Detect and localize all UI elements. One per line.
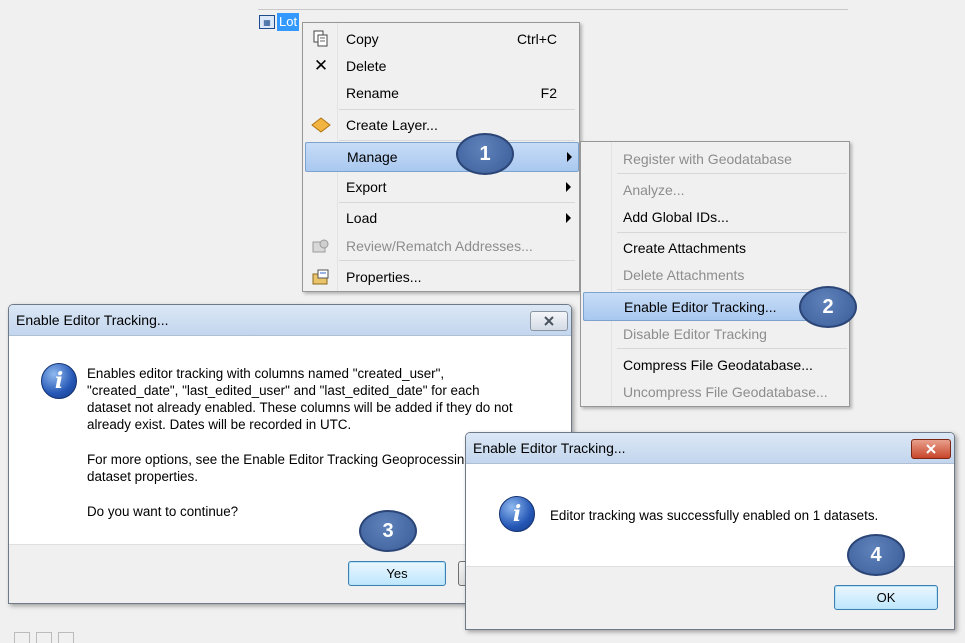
menu-item-manage[interactable]: Manage bbox=[305, 142, 579, 172]
menu-item-rename[interactable]: Rename F2 bbox=[305, 79, 577, 107]
submenu-item-register[interactable]: Register with Geodatabase bbox=[583, 145, 847, 172]
top-divider bbox=[258, 9, 848, 10]
menu-separator bbox=[339, 109, 575, 110]
dialog-title: Enable Editor Tracking... bbox=[16, 312, 169, 328]
menu-item-label: Rename bbox=[346, 85, 399, 101]
menu-item-review-rematch[interactable]: Review/Rematch Addresses... bbox=[305, 232, 577, 260]
submenu-item-label: Create Attachments bbox=[623, 239, 746, 256]
toolbar-icon bbox=[14, 632, 30, 643]
dialog-titlebar[interactable]: Enable Editor Tracking... bbox=[466, 433, 954, 464]
submenu-separator bbox=[617, 173, 847, 174]
step-badge-1: 1 bbox=[456, 133, 514, 175]
dialog-question: Do you want to continue? bbox=[87, 504, 239, 519]
submenu-item-label: Register with Geodatabase bbox=[623, 150, 792, 167]
submenu-item-delete-attachments[interactable]: Delete Attachments bbox=[583, 261, 847, 288]
toolbar-icon bbox=[58, 632, 74, 643]
submenu-item-compress[interactable]: Compress File Geodatabase... bbox=[583, 351, 847, 378]
submenu-arrow-icon bbox=[566, 182, 571, 192]
submenu-arrow-icon bbox=[566, 213, 571, 223]
properties-icon bbox=[305, 269, 337, 285]
step-badge-4: 4 bbox=[847, 534, 905, 576]
submenu-item-uncompress[interactable]: Uncompress File Geodatabase... bbox=[583, 378, 847, 405]
layer-node[interactable]: ▦ Lot bbox=[259, 12, 300, 32]
submenu-item-label: Delete Attachments bbox=[623, 266, 745, 283]
create-layer-diamond-icon bbox=[305, 117, 337, 133]
message-line: dataset not already enabled. These colum… bbox=[87, 400, 513, 415]
dialog-title: Enable Editor Tracking... bbox=[473, 440, 626, 456]
menu-item-label: Copy bbox=[346, 31, 379, 47]
close-icon[interactable] bbox=[530, 311, 568, 331]
message-line: already exist. Dates will be recorded in… bbox=[87, 417, 352, 432]
menu-item-delete[interactable]: ✕ Delete bbox=[305, 52, 577, 80]
menu-item-label: Properties... bbox=[346, 269, 422, 285]
submenu-separator bbox=[617, 232, 847, 233]
menu-item-label: Create Layer... bbox=[346, 117, 438, 133]
yes-button[interactable]: Yes bbox=[348, 561, 446, 586]
submenu-item-disable-editor-tracking[interactable]: Disable Editor Tracking bbox=[583, 320, 847, 347]
submenu-item-label: Uncompress File Geodatabase... bbox=[623, 383, 828, 400]
step-badge-2: 2 bbox=[799, 286, 857, 328]
menu-item-label: Review/Rematch Addresses... bbox=[346, 238, 533, 254]
submenu-item-label: Compress File Geodatabase... bbox=[623, 356, 813, 373]
ok-button[interactable]: OK bbox=[834, 585, 938, 610]
dialog-message: Editor tracking was successfully enabled… bbox=[550, 508, 879, 523]
submenu-item-label: Analyze... bbox=[623, 181, 685, 198]
close-icon[interactable] bbox=[911, 439, 951, 459]
menu-separator bbox=[339, 202, 575, 203]
menu-item-load[interactable]: Load bbox=[305, 204, 577, 232]
submenu-arrow-icon bbox=[567, 152, 572, 162]
submenu-item-analyze[interactable]: Analyze... bbox=[583, 176, 847, 203]
submenu-item-label: Enable Editor Tracking... bbox=[624, 298, 777, 315]
info-icon: i bbox=[41, 363, 77, 399]
delete-x-icon: ✕ bbox=[313, 56, 329, 75]
menu-item-label: Export bbox=[346, 179, 387, 195]
dialog-titlebar[interactable]: Enable Editor Tracking... bbox=[9, 305, 571, 336]
menu-item-export[interactable]: Export bbox=[305, 173, 577, 201]
menu-item-label: Delete bbox=[346, 58, 387, 74]
submenu-item-create-attachments[interactable]: Create Attachments bbox=[583, 234, 847, 261]
step-badge-3: 3 bbox=[359, 510, 417, 552]
feature-class-icon: ▦ bbox=[259, 15, 275, 29]
message-line: For more options, see the Enable Editor … bbox=[87, 452, 513, 467]
submenu-separator bbox=[617, 348, 847, 349]
layer-label[interactable]: Lot bbox=[277, 13, 300, 31]
message-line: "created_date", "last_edited_user" and "… bbox=[87, 383, 480, 398]
dialog-message-p2: For more options, see the Enable Editor … bbox=[87, 451, 513, 485]
menu-item-properties[interactable]: Properties... bbox=[305, 263, 577, 291]
info-icon: i bbox=[499, 496, 535, 532]
manage-submenu: Register with Geodatabase Analyze... Add… bbox=[580, 141, 850, 407]
review-addresses-icon bbox=[305, 238, 337, 254]
success-dialog: Enable Editor Tracking... i Editor track… bbox=[465, 432, 955, 630]
dialog-message-p1: Enables editor tracking with columns nam… bbox=[87, 365, 513, 433]
menu-item-label: Load bbox=[346, 210, 378, 226]
menu-item-copy[interactable]: Copy Ctrl+C bbox=[305, 25, 577, 53]
submenu-item-label: Disable Editor Tracking bbox=[623, 325, 767, 342]
copy-icon bbox=[305, 30, 337, 48]
message-line: dataset properties. bbox=[87, 469, 198, 484]
menu-separator bbox=[339, 260, 575, 261]
menu-item-shortcut: F2 bbox=[540, 85, 557, 101]
menu-item-label: Manage bbox=[347, 149, 398, 165]
menu-item-shortcut: Ctrl+C bbox=[516, 31, 557, 47]
context-menu: Copy Ctrl+C ✕ Delete Rename F2 Create La… bbox=[302, 22, 580, 292]
menu-item-create-layer[interactable]: Create Layer... bbox=[305, 111, 577, 139]
bottom-toolbar-fragment bbox=[14, 632, 74, 643]
menu-separator bbox=[339, 140, 575, 141]
submenu-item-label: Add Global IDs... bbox=[623, 208, 729, 225]
toolbar-icon bbox=[36, 632, 52, 643]
submenu-item-add-global-ids[interactable]: Add Global IDs... bbox=[583, 203, 847, 230]
message-line: Enables editor tracking with columns nam… bbox=[87, 366, 445, 381]
